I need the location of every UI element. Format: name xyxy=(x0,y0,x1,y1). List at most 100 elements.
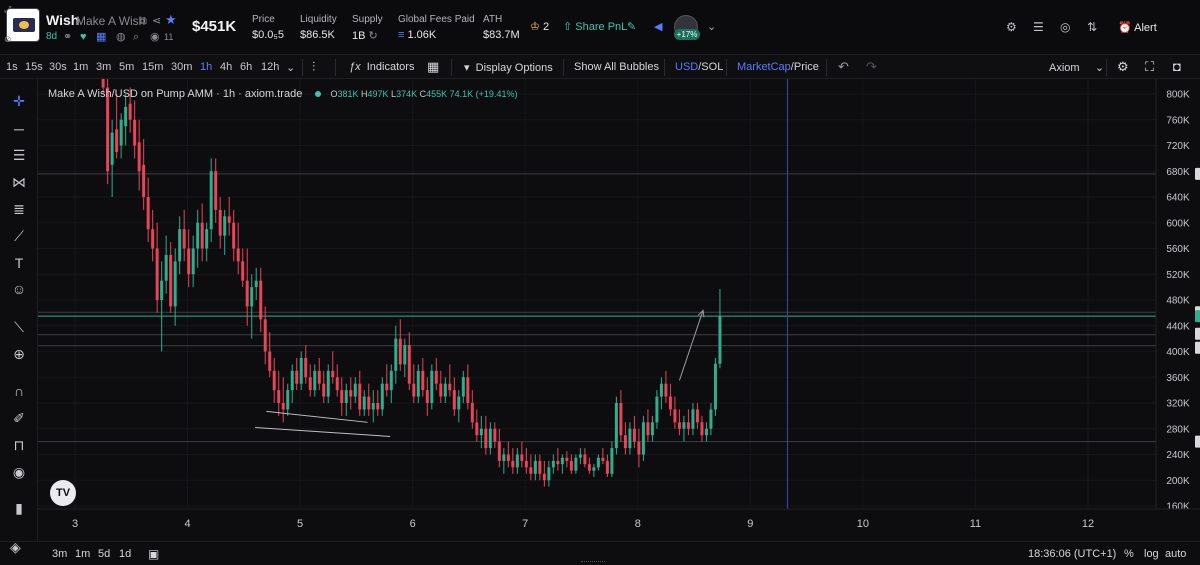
candle-body xyxy=(151,229,155,249)
chevron-down-icon[interactable]: ⌄ xyxy=(707,20,716,33)
candle-body xyxy=(403,345,407,365)
fib-icon[interactable]: ≣ xyxy=(9,199,29,219)
timeframe-1h[interactable]: 1h xyxy=(200,61,212,73)
timeframe-5m[interactable]: 5m xyxy=(119,61,134,73)
tradingview-logo[interactable]: TV xyxy=(50,480,76,506)
brush-icon[interactable]: ⟋ xyxy=(9,226,29,246)
marketcap-price-toggle[interactable]: MarketCap/Price xyxy=(737,61,819,73)
timeframe-15s[interactable]: 15s xyxy=(25,61,43,73)
currency-toggle[interactable]: USD/SOL xyxy=(675,61,723,73)
pill-icon[interactable]: ▦ xyxy=(96,31,106,43)
timeframe-1s[interactable]: 1s xyxy=(6,61,18,73)
alert-button[interactable]: ⏰ Alert xyxy=(1118,21,1157,34)
timeframe-15m[interactable]: 15m xyxy=(142,61,163,73)
layers-icon[interactable]: ◈ xyxy=(10,539,21,556)
timeframe-3m[interactable]: 3m xyxy=(96,61,111,73)
candle-body xyxy=(578,454,582,458)
hide-drawings-icon[interactable]: ◉ xyxy=(9,462,29,482)
candle-type-icon[interactable]: ⫶ xyxy=(312,59,315,75)
alarm-icon: ⏰ xyxy=(1118,22,1132,34)
timeframe-6h[interactable]: 6h xyxy=(240,61,252,73)
log-toggle[interactable]: log xyxy=(1144,548,1159,560)
range-5d[interactable]: 5d xyxy=(98,548,110,560)
timeframe-chevron-icon[interactable]: ⌄ xyxy=(286,61,295,74)
candle-body xyxy=(524,460,528,468)
range-3m[interactable]: 3m xyxy=(52,548,67,560)
candle-body xyxy=(299,357,303,384)
candle-body xyxy=(232,222,236,249)
price-tick-label: 600K xyxy=(1166,218,1190,229)
chart-canvas[interactable]: 800K 760K 720K 680K 640K 600K 560K 520K 480K 440K… xyxy=(38,79,1200,541)
redo-icon[interactable]: ↷ xyxy=(866,59,877,75)
range-1m[interactable]: 1m xyxy=(75,548,90,560)
candle-body xyxy=(695,409,699,423)
horizontal-lines-icon[interactable]: ☰ xyxy=(9,145,29,165)
eye-icon[interactable]: ◉ xyxy=(150,31,160,43)
candle-body xyxy=(407,345,411,384)
camera-icon[interactable]: ◘ xyxy=(1173,59,1181,74)
timeframe-12h[interactable]: 12h xyxy=(261,61,279,73)
heart-icon[interactable]: ♥ xyxy=(80,31,87,43)
magnet-icon[interactable]: ∩ xyxy=(9,381,29,401)
share-icon[interactable]: ⋖ xyxy=(152,15,161,27)
timeframe-30m[interactable]: 30m xyxy=(171,61,192,73)
candle-body xyxy=(196,222,200,249)
pitchfork-icon[interactable]: ⋈ xyxy=(9,172,29,192)
price-axis[interactable]: 800K 760K 720K 680K 640K 600K 560K 520K 480K 440K… xyxy=(1155,79,1200,541)
display-options-button[interactable]: ▾ Display Options xyxy=(464,61,553,74)
candle-body xyxy=(655,396,659,423)
token-symbol[interactable]: Wish xyxy=(46,12,79,28)
globe-icon[interactable]: ◍ xyxy=(116,31,126,43)
fullscreen-icon[interactable]: ⛶ xyxy=(1145,59,1154,75)
resize-handle[interactable] xyxy=(581,561,605,563)
indicators-button[interactable]: ƒx Indicators xyxy=(349,61,414,73)
timeframe-1m[interactable]: 1m xyxy=(73,61,88,73)
list-icon[interactable]: ☰ xyxy=(1033,20,1044,34)
price-chart[interactable]: 800K 760K 720K 680K 640K 600K 560K 520K 480K 440K… xyxy=(38,79,1200,541)
search-icon[interactable]: ⌕ xyxy=(133,31,139,43)
chart-settings-icon[interactable]: ⚙ xyxy=(1117,59,1129,75)
zoom-in-icon[interactable]: ⊕ xyxy=(9,344,29,364)
calendar-icon[interactable]: ▣ xyxy=(148,547,159,561)
copy-icon[interactable]: ⧉ xyxy=(139,15,147,27)
link-icon[interactable]: ⚭ xyxy=(63,31,72,43)
show-all-bubbles-button[interactable]: Show All Bubbles xyxy=(574,61,659,73)
coin-icon[interactable]: ◎ xyxy=(1060,20,1070,34)
candle-body xyxy=(304,357,308,378)
candlesticks xyxy=(101,79,722,487)
lock-icon[interactable]: ⊓ xyxy=(9,435,29,455)
percent-toggle[interactable]: % xyxy=(1124,548,1134,560)
trash-icon[interactable]: ▮ xyxy=(9,498,29,518)
lock-drawing-icon[interactable]: ✐ xyxy=(9,408,29,428)
toolbar-divider xyxy=(826,59,827,76)
candle-body xyxy=(493,428,497,442)
theme-select[interactable]: Axiom ⌄ xyxy=(1049,61,1104,74)
candle-body xyxy=(443,383,447,397)
settings-icon[interactable]: ⚙ xyxy=(1006,20,1017,34)
price-label-badge xyxy=(1195,341,1200,354)
emoji-icon[interactable]: ☺ xyxy=(9,279,29,299)
trendline-icon[interactable]: ─ xyxy=(9,119,29,139)
timeframe-4h[interactable]: 4h xyxy=(220,61,232,73)
stat-supply: Supply 1B ↻ xyxy=(352,14,383,42)
crown-badge[interactable]: ♔ 2 xyxy=(530,20,549,33)
hide-icon[interactable]: ⊘ xyxy=(4,33,12,45)
auto-toggle[interactable]: auto xyxy=(1165,548,1186,560)
share-pnl-button[interactable]: ⇧ Share PnL xyxy=(563,20,627,33)
ruler-icon[interactable]: ⟍ xyxy=(9,317,29,337)
crosshair-icon[interactable]: ✛ xyxy=(9,91,29,111)
range-1d[interactable]: 1d xyxy=(119,548,131,560)
layout-grid-icon[interactable]: ▦ xyxy=(427,59,439,75)
clock-time[interactable]: 18:36:06 (UTC+1) xyxy=(1028,548,1116,560)
megaphone-icon[interactable]: ◀ xyxy=(654,20,662,33)
candle-body xyxy=(668,396,672,410)
candle-body xyxy=(205,229,209,249)
swap-icon[interactable]: ⇅ xyxy=(1087,20,1097,34)
undo-icon[interactable]: ↶ xyxy=(838,59,849,75)
timeframe-30s[interactable]: 30s xyxy=(49,61,67,73)
pin-icon[interactable]: ✎ xyxy=(627,20,636,33)
text-icon[interactable]: T xyxy=(9,253,29,273)
star-icon[interactable]: ★ xyxy=(165,13,177,26)
time-tick-label: 10 xyxy=(857,518,869,530)
time-axis[interactable]: 3 4 5 6 7 8 9 10 11 12 xyxy=(38,508,1200,541)
